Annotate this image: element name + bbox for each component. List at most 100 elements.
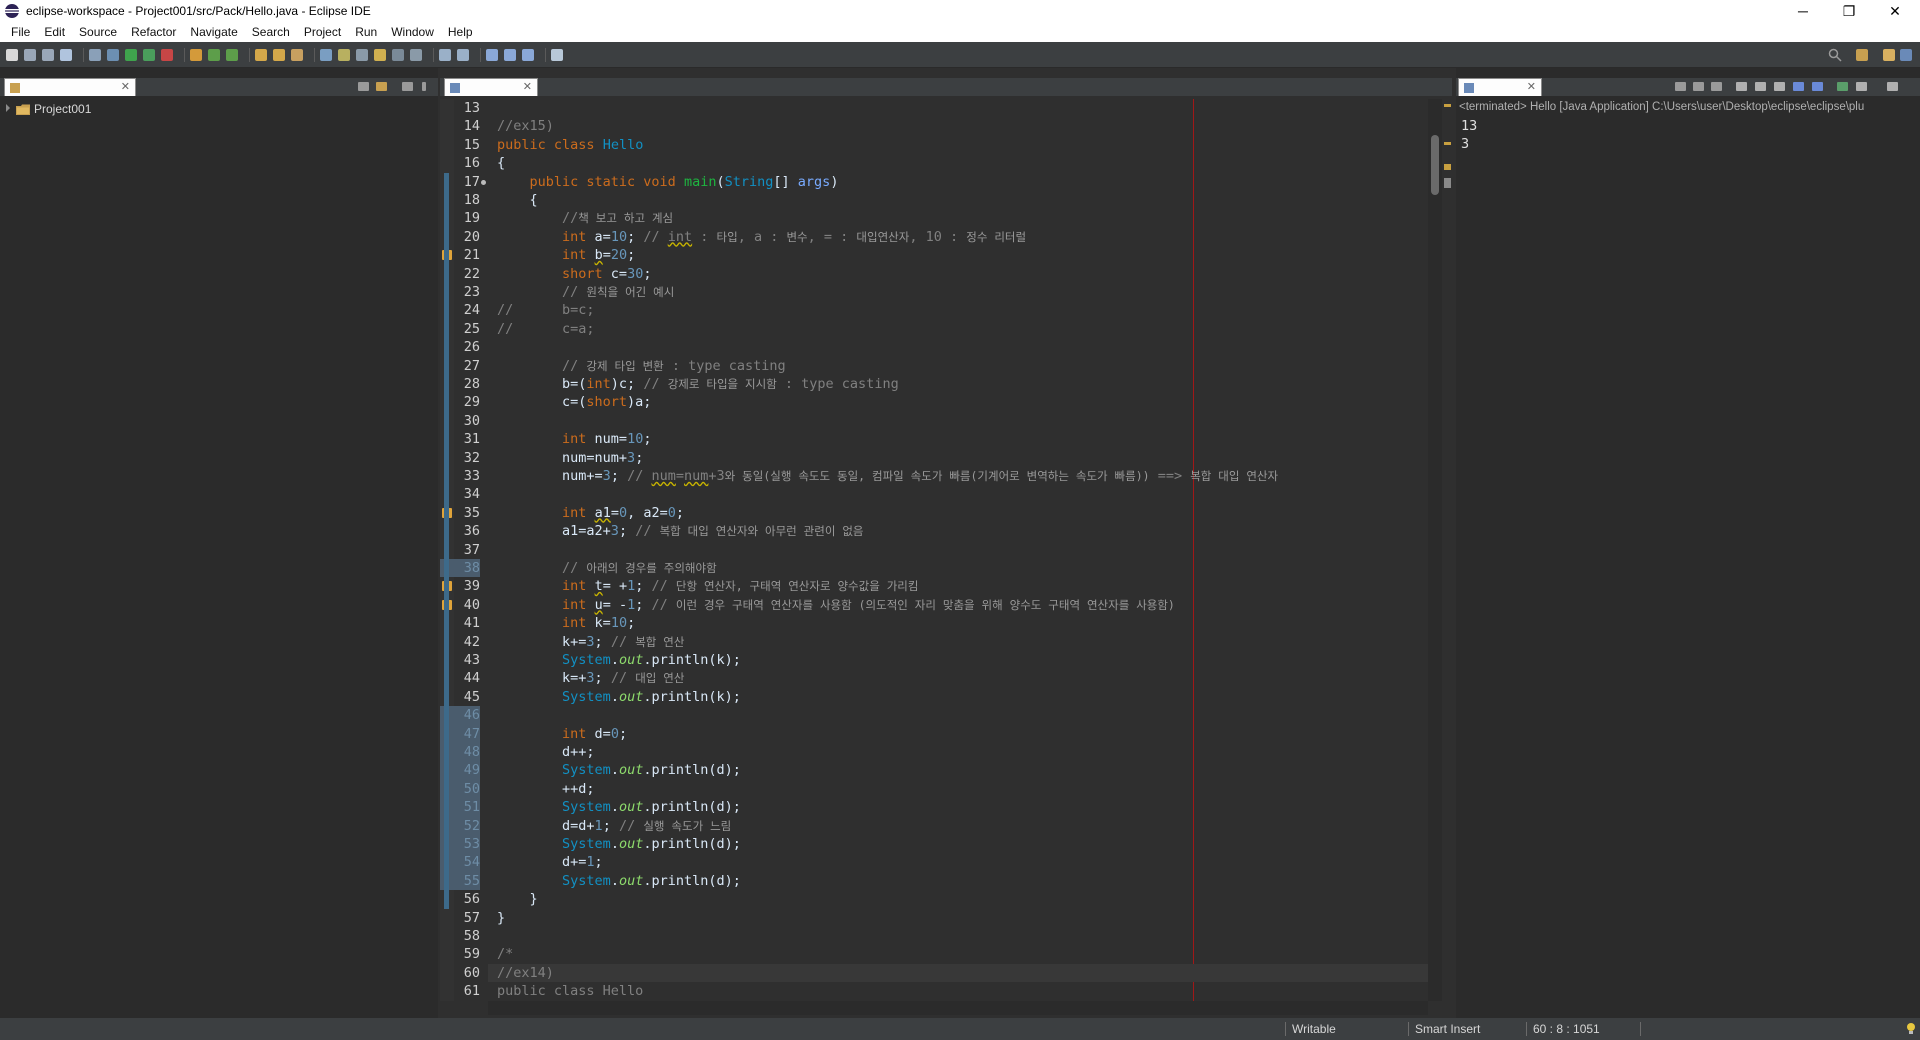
new-class-icon[interactable] xyxy=(226,48,238,61)
package-explorer-tab[interactable]: ✕ xyxy=(4,78,136,96)
code-line[interactable]: a1=a2+3; // 복합 대입 연산자와 아무런 관련이 없음 xyxy=(497,522,863,540)
restore-button[interactable]: ❐ xyxy=(1826,0,1872,22)
overview-mark[interactable] xyxy=(1444,164,1451,170)
save-all-icon[interactable] xyxy=(42,48,54,61)
console-tab[interactable]: ✕ xyxy=(1458,78,1542,96)
save-icon[interactable] xyxy=(24,48,36,61)
code-line[interactable]: { xyxy=(497,154,505,172)
show-whitespace-icon[interactable] xyxy=(374,48,386,61)
code-line[interactable]: System.out.println(d); xyxy=(497,835,741,853)
line-number[interactable]: 57 xyxy=(440,909,480,927)
line-number[interactable]: 16 xyxy=(440,154,480,172)
code-line[interactable]: int num=10; xyxy=(497,430,651,448)
overview-mark[interactable] xyxy=(1444,178,1451,188)
link-editor-icon[interactable] xyxy=(376,82,387,91)
menu-refactor[interactable]: Refactor xyxy=(124,22,183,42)
code-line[interactable]: int a=10; // int : 타입, a : 변수, = : 대입연산자… xyxy=(497,228,1026,246)
editor-tab-hello-java[interactable]: ✕ xyxy=(444,78,538,96)
code-line[interactable]: int u= -1; // 이런 경우 구태역 연산자를 사용함 (의도적인 자… xyxy=(497,596,1175,614)
forward-icon[interactable] xyxy=(522,48,534,61)
code-line[interactable]: short c=30; xyxy=(497,265,651,283)
back-icon[interactable] xyxy=(504,48,516,61)
code-line[interactable]: // 강제 타입 변환 : type casting xyxy=(497,357,786,375)
code-line[interactable]: public static void main(String[] args) xyxy=(497,173,839,191)
close-icon[interactable]: ✕ xyxy=(121,81,130,93)
menu-source[interactable]: Source xyxy=(72,22,124,42)
code-line[interactable]: d+=1; xyxy=(497,853,603,871)
code-line[interactable]: // c=a; xyxy=(497,320,595,338)
menu-edit[interactable]: Edit xyxy=(37,22,72,42)
code-line[interactable]: // 아래의 경우를 주의해야함 xyxy=(497,559,717,577)
menu-help[interactable]: Help xyxy=(441,22,480,42)
coverage-icon[interactable] xyxy=(143,48,155,61)
more-icon[interactable] xyxy=(422,82,426,91)
word-wrap-icon[interactable] xyxy=(392,48,404,61)
code-line[interactable]: num=num+3; xyxy=(497,449,643,467)
fold-icon[interactable] xyxy=(481,179,486,185)
overview-mark[interactable] xyxy=(1444,142,1451,145)
code-line[interactable]: //책 보고 하고 계심 xyxy=(497,209,673,227)
code-line[interactable]: } xyxy=(497,890,538,908)
code-line[interactable]: int d=0; xyxy=(497,725,627,743)
code-line[interactable]: { xyxy=(497,191,538,209)
code-line[interactable]: public class Hello xyxy=(497,982,643,1000)
console-horizontal-scrollbar[interactable] xyxy=(1460,1001,1900,1015)
lightbulb-icon[interactable] xyxy=(1906,1022,1916,1036)
editor-horizontal-scrollbar[interactable] xyxy=(488,1001,1428,1015)
close-button[interactable]: ✕ xyxy=(1872,0,1918,22)
code-line[interactable]: /* xyxy=(497,945,513,963)
show-stderr-icon[interactable] xyxy=(1812,82,1823,91)
code-line[interactable]: } xyxy=(497,909,505,927)
code-line[interactable]: System.out.println(k); xyxy=(497,688,741,706)
editor-vertical-scrollbar[interactable] xyxy=(1428,99,1442,1001)
remove-launch-icon[interactable] xyxy=(1693,82,1704,91)
code-line[interactable]: ++d; xyxy=(497,780,595,798)
new-java-project-icon[interactable] xyxy=(190,48,202,61)
line-number[interactable]: 13 xyxy=(440,99,480,117)
search-toolbar-icon[interactable] xyxy=(291,48,303,61)
code-line[interactable]: k+=3; // 복합 연산 xyxy=(497,633,684,651)
code-line[interactable]: //ex14) xyxy=(497,964,554,982)
open-task-icon[interactable] xyxy=(273,48,285,61)
pilcrow-icon[interactable] xyxy=(410,48,422,61)
minimize-button[interactable]: ─ xyxy=(1780,0,1826,22)
open-perspective-icon[interactable] xyxy=(1856,49,1868,61)
toggle-highlight-icon[interactable] xyxy=(338,48,350,61)
clear-console-icon[interactable] xyxy=(1736,82,1747,91)
line-number[interactable]: 14 xyxy=(440,117,480,135)
code-line[interactable]: // 원칙을 어긴 예시 xyxy=(497,283,674,301)
code-line[interactable]: d=d+1; // 실행 속도가 느림 xyxy=(497,817,731,835)
display-console-icon[interactable] xyxy=(1856,82,1867,91)
show-stdout-icon[interactable] xyxy=(1793,82,1804,91)
code-line[interactable]: System.out.println(d); xyxy=(497,798,741,816)
code-line[interactable]: k=+3; // 대입 연산 xyxy=(497,669,684,687)
status-insert-mode[interactable]: Smart Insert xyxy=(1415,1022,1480,1036)
code-line[interactable]: //ex15) xyxy=(497,117,554,135)
pin-editor-icon[interactable] xyxy=(551,48,563,61)
debug-perspective-icon[interactable] xyxy=(1900,49,1912,61)
word-wrap-icon[interactable] xyxy=(1774,82,1785,91)
line-number[interactable]: 58 xyxy=(440,927,480,945)
code-line[interactable]: d++; xyxy=(497,743,595,761)
pin-console-icon[interactable] xyxy=(1837,82,1848,91)
new-package-icon[interactable] xyxy=(208,48,220,61)
terminate-icon[interactable] xyxy=(1675,82,1686,91)
line-number[interactable]: 15 xyxy=(440,136,480,154)
java-perspective-icon[interactable] xyxy=(1883,49,1895,61)
code-line[interactable]: public class Hello xyxy=(497,136,643,154)
menu-run[interactable]: Run xyxy=(348,22,384,42)
code-line[interactable]: System.out.println(k); xyxy=(497,651,741,669)
code-line[interactable]: System.out.println(d); xyxy=(497,872,741,890)
code-line[interactable]: int k=10; xyxy=(497,614,635,632)
console-vertical-scrollbar[interactable] xyxy=(1902,118,1916,1000)
code-line[interactable]: num+=3; // num=num+3와 동일(실행 속도도 동일, 컴파일 … xyxy=(497,467,1278,485)
menu-project[interactable]: Project xyxy=(297,22,348,42)
code-line[interactable]: b=(int)c; // 강제로 타입을 지시함 : type casting xyxy=(497,375,899,393)
external-tools-icon[interactable] xyxy=(161,48,173,61)
code-line[interactable]: int b=20; xyxy=(497,246,635,264)
overview-mark[interactable] xyxy=(1444,104,1451,107)
open-type-icon[interactable] xyxy=(255,48,267,61)
menu-search[interactable]: Search xyxy=(245,22,297,42)
scroll-lock-icon[interactable] xyxy=(1755,82,1766,91)
code-line[interactable]: int t= +1; // 단항 연산자, 구태역 연산자로 양수값을 가리킴 xyxy=(497,577,918,595)
